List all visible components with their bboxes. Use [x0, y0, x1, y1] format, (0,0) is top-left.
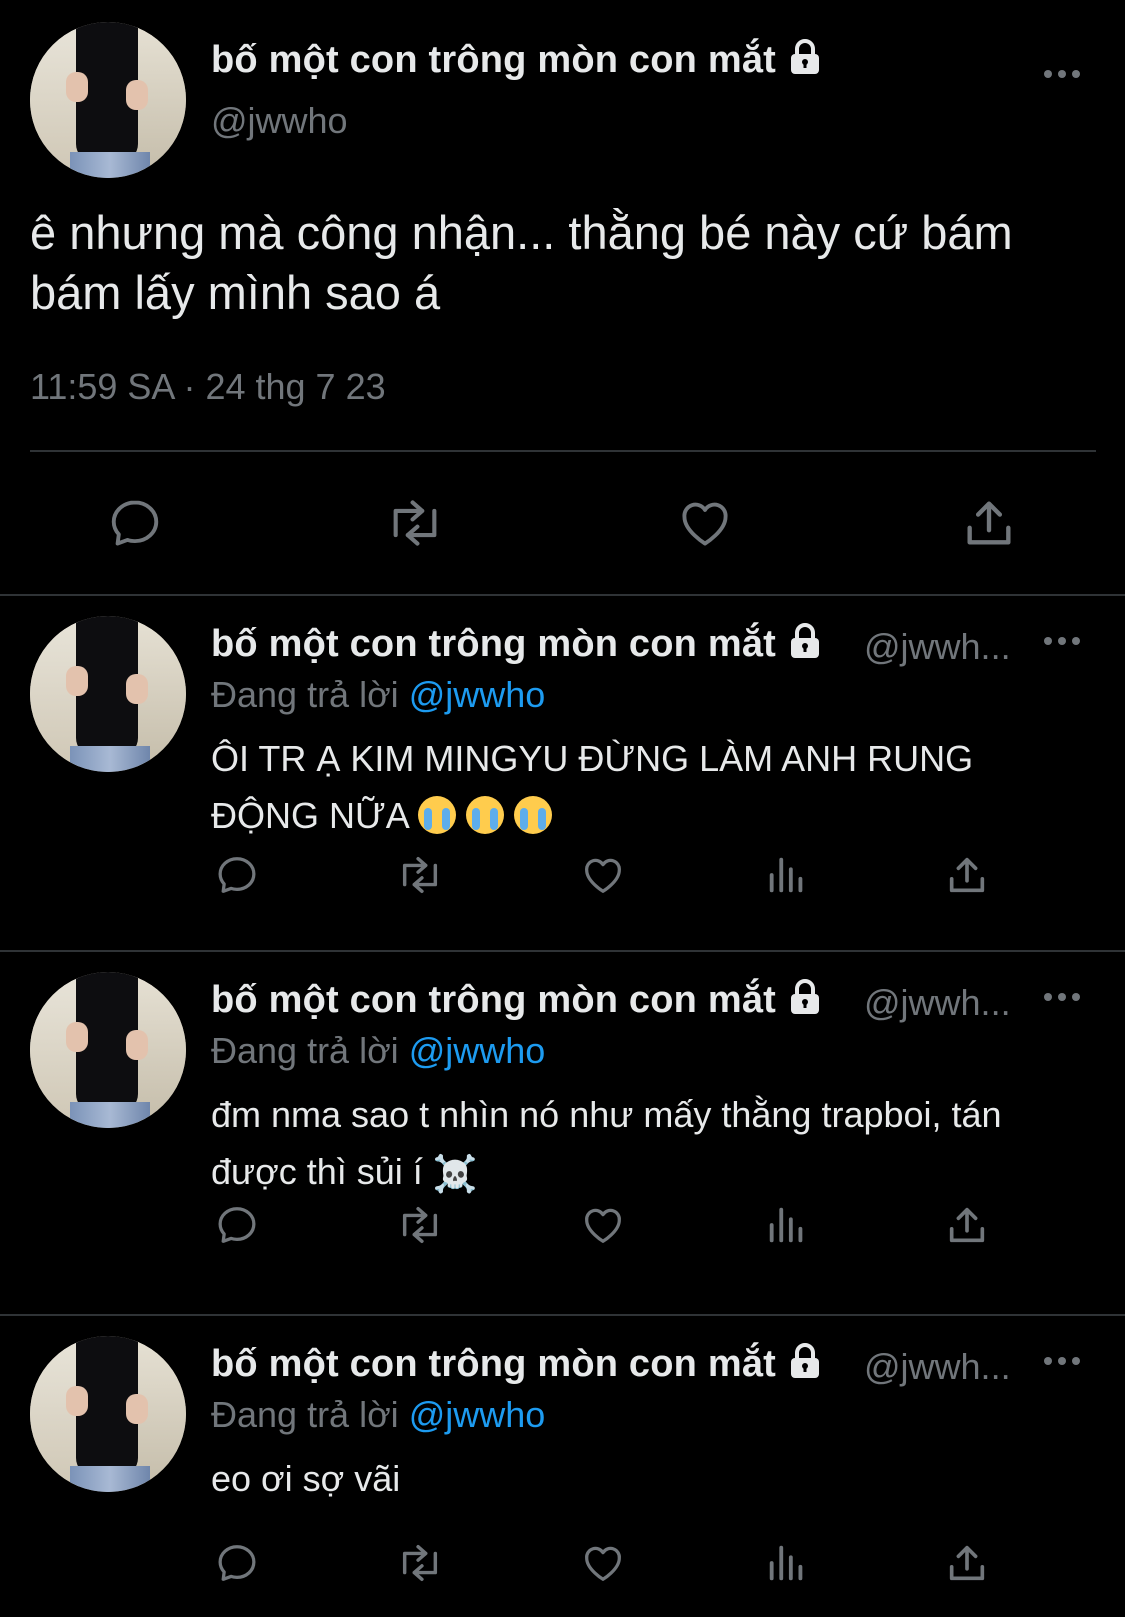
share-icon[interactable] — [960, 494, 1018, 552]
heart-icon[interactable] — [580, 852, 626, 898]
crying-emoji — [417, 796, 456, 834]
lock-icon — [787, 622, 823, 670]
avatar[interactable] — [30, 1336, 186, 1492]
display-name[interactable]: bố một con trông mòn con mắt — [211, 1342, 823, 1390]
mention-link[interactable]: @jwwho — [409, 1030, 546, 1071]
tweet-text: ÔI TR Ạ KIM MINGYU ĐỪNG LÀM ANH RUNG ĐỘN… — [211, 730, 1091, 844]
views-icon[interactable] — [764, 1540, 810, 1586]
reply-icon[interactable] — [106, 494, 164, 552]
replying-label: Đang trả lời — [211, 674, 399, 715]
display-name-text[interactable]: bố một con trông mòn con mắt — [211, 623, 776, 665]
tweet-text-body: ÔI TR Ạ KIM MINGYU ĐỪNG LÀM ANH RUNG ĐỘN… — [211, 738, 974, 836]
display-name[interactable]: bố một con trông mòn con mắt — [211, 38, 823, 86]
skull-emoji: ☠️ — [432, 1153, 478, 1194]
retweet-icon[interactable] — [394, 1540, 446, 1586]
more-icon[interactable] — [1042, 67, 1082, 81]
retweet-icon[interactable] — [394, 1202, 446, 1248]
mention-link[interactable]: @jwwho — [409, 1394, 546, 1435]
more-icon[interactable] — [1042, 1354, 1082, 1368]
display-name-text[interactable]: bố một con trông mòn con mắt — [211, 979, 776, 1021]
heart-icon[interactable] — [580, 1202, 626, 1248]
crying-emoji — [465, 796, 504, 834]
heart-icon[interactable] — [580, 1540, 626, 1586]
more-icon[interactable] — [1042, 634, 1082, 648]
reply-tweet[interactable]: bố một con trông mòn con mắt @jwwh... Đa… — [0, 1318, 1125, 1617]
tweet-text: ê nhưng mà công nhận... thằng bé này cứ … — [30, 206, 1013, 319]
tweet-text: đm nma sao t nhìn nó như mấy thằng trapb… — [211, 1086, 1091, 1202]
share-icon[interactable] — [944, 1202, 990, 1248]
display-name-text[interactable]: bố một con trông mòn con mắt — [211, 39, 776, 81]
reply-icon[interactable] — [214, 1540, 260, 1586]
replying-to: Đang trả lời @jwwho — [211, 674, 545, 716]
replying-to: Đang trả lời @jwwho — [211, 1030, 545, 1072]
display-name-text[interactable]: bố một con trông mòn con mắt — [211, 1343, 776, 1385]
retweet-icon[interactable] — [383, 494, 447, 552]
reply-tweet[interactable]: bố một con trông mòn con mắt @jwwh... Đa… — [0, 954, 1125, 1316]
lock-icon — [787, 1342, 823, 1390]
tweet-text: eo ơi sợ vãi — [211, 1458, 401, 1499]
replying-label: Đang trả lời — [211, 1030, 399, 1071]
main-tweet: bố một con trông mòn con mắt @jwwho ê nh… — [0, 0, 1125, 596]
reply-tweet[interactable]: bố một con trông mòn con mắt @jwwh... Đa… — [0, 598, 1125, 952]
heart-icon[interactable] — [675, 494, 735, 552]
lock-icon — [787, 978, 823, 1026]
more-icon[interactable] — [1042, 990, 1082, 1004]
reply-icon[interactable] — [214, 1202, 260, 1248]
avatar[interactable] — [30, 22, 186, 178]
replying-label: Đang trả lời — [211, 1394, 399, 1435]
handle[interactable]: @jwwho — [211, 100, 348, 142]
crying-emoji-group — [417, 795, 562, 836]
handle[interactable]: @jwwh... — [864, 626, 1011, 668]
crying-emoji — [513, 796, 552, 834]
tweet-text-body: đm nma sao t nhìn nó như mấy thằng trapb… — [211, 1094, 1002, 1192]
handle[interactable]: @jwwh... — [864, 982, 1011, 1024]
views-icon[interactable] — [764, 1202, 810, 1248]
share-icon[interactable] — [944, 852, 990, 898]
handle[interactable]: @jwwh... — [864, 1346, 1011, 1388]
avatar[interactable] — [30, 972, 186, 1128]
views-icon[interactable] — [764, 852, 810, 898]
replying-to: Đang trả lời @jwwho — [211, 1394, 545, 1436]
display-name[interactable]: bố một con trông mòn con mắt — [211, 622, 823, 670]
timestamp[interactable]: 11:59 SA · 24 thg 7 23 — [30, 366, 386, 408]
lock-icon — [787, 38, 823, 86]
reply-icon[interactable] — [214, 852, 260, 898]
mention-link[interactable]: @jwwho — [409, 674, 546, 715]
display-name[interactable]: bố một con trông mòn con mắt — [211, 978, 823, 1026]
avatar[interactable] — [30, 616, 186, 772]
retweet-icon[interactable] — [394, 852, 446, 898]
share-icon[interactable] — [944, 1540, 990, 1586]
divider — [30, 450, 1096, 452]
